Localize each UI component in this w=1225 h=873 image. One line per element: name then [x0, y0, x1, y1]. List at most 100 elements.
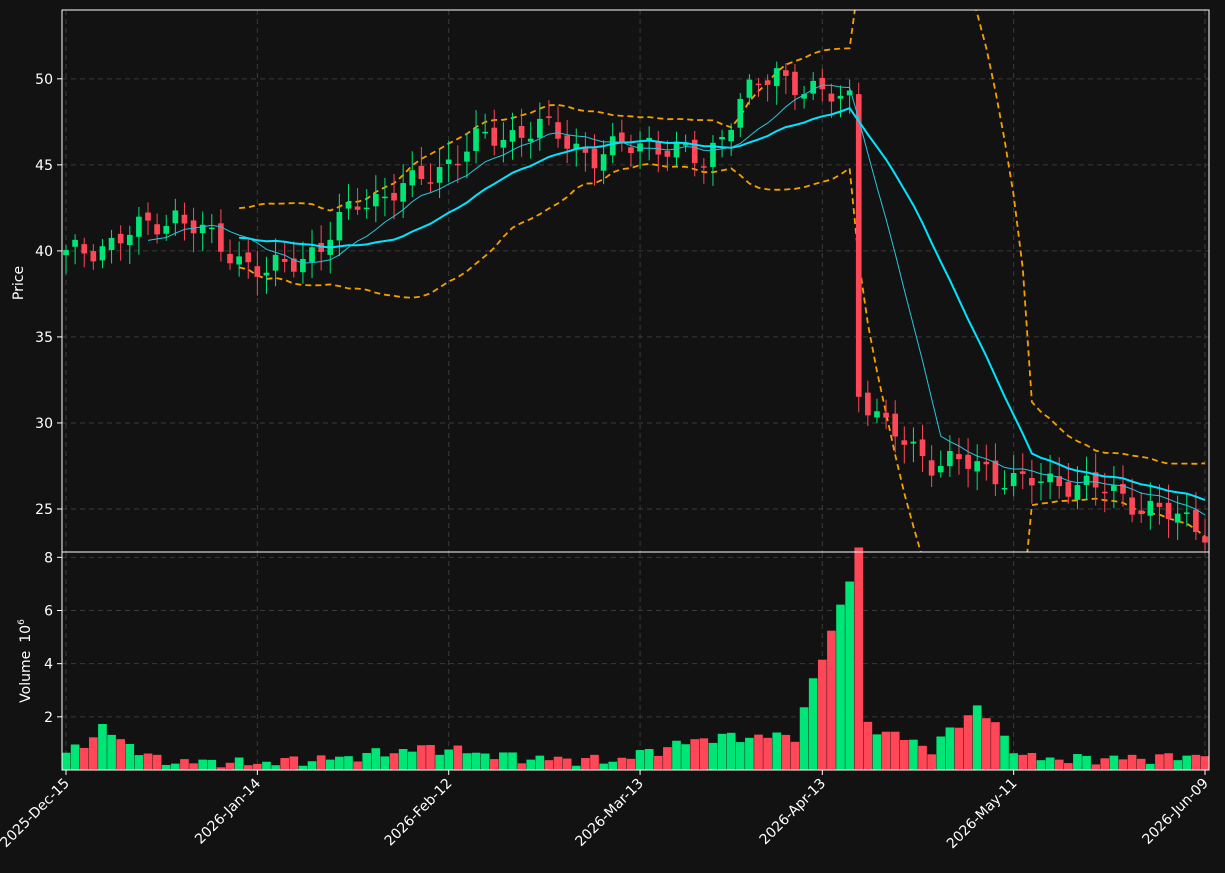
volume-bar: [799, 707, 809, 770]
candle-body: [609, 136, 616, 156]
volume-bar: [298, 765, 308, 770]
volume-bar: [325, 759, 335, 770]
candle: [136, 207, 142, 255]
candle-body: [473, 128, 479, 151]
volume-bar: [335, 756, 344, 770]
candle-body: [391, 192, 397, 201]
candle-body: [746, 79, 753, 98]
volume-tick-label: 8: [44, 550, 53, 566]
candle: [436, 148, 443, 199]
volume-bar: [380, 756, 390, 770]
candle-body: [1138, 510, 1145, 515]
candle: [919, 424, 926, 472]
candle-body: [500, 139, 507, 148]
candle-body: [272, 254, 279, 271]
candle: [773, 61, 780, 105]
volume-bar: [836, 604, 845, 770]
volume-bar: [845, 581, 854, 770]
candle: [1147, 482, 1154, 530]
candle-body: [1193, 509, 1199, 533]
volume-bar: [899, 739, 909, 770]
x-tick-label: 2026-Jan-14: [192, 775, 264, 847]
candle: [910, 427, 917, 463]
candle-body: [737, 98, 744, 128]
volume-bar: [471, 752, 481, 770]
candle: [546, 100, 552, 126]
x-tick-label: 2026-Feb-12: [382, 776, 456, 850]
volume-bar: [526, 759, 536, 770]
candle-body: [354, 206, 361, 210]
volume-bar: [644, 748, 654, 770]
candle-body: [108, 237, 115, 251]
candle: [1074, 466, 1081, 510]
volume-bar: [207, 759, 217, 770]
volume-bar: [262, 761, 271, 770]
candle-body: [892, 413, 899, 437]
candle-body: [664, 150, 671, 157]
candle: [855, 82, 862, 413]
candle-body: [837, 95, 844, 99]
candle-body: [1074, 485, 1081, 500]
volume-bar: [234, 757, 244, 770]
candle: [582, 132, 589, 172]
candle: [190, 207, 197, 253]
candle-body: [564, 135, 570, 149]
candle: [655, 130, 662, 173]
candle: [974, 444, 981, 491]
candle: [628, 134, 634, 167]
price-volume-chart: 253035404550 Price 2468 Volume106 2025-D…: [0, 9, 1212, 852]
candle: [573, 128, 580, 167]
candle: [527, 121, 534, 159]
candle-body: [1065, 481, 1072, 497]
volume-bar: [981, 718, 991, 770]
candle: [1083, 456, 1090, 500]
volume-bar: [653, 755, 663, 770]
candle-body: [363, 207, 370, 210]
volume-axis-label: Volume 106: [17, 619, 34, 703]
candle: [555, 106, 561, 148]
volume-bar: [608, 761, 618, 770]
candle: [1101, 472, 1108, 513]
candle-body: [1202, 536, 1208, 543]
volume-bar: [735, 742, 745, 770]
volume-bar: [125, 743, 135, 770]
x-tick-label: 2026-Apr-13: [757, 776, 830, 849]
volume-bar: [672, 740, 681, 770]
candle-body: [81, 244, 88, 254]
volume-bar: [362, 752, 372, 770]
volume-bar: [143, 753, 153, 770]
candle-body: [254, 266, 261, 277]
candle: [318, 225, 324, 271]
candle-body: [482, 131, 488, 134]
candle-body: [855, 94, 862, 397]
candle: [263, 256, 270, 294]
candle: [1129, 478, 1135, 523]
candle-body: [691, 139, 698, 164]
candle: [801, 85, 807, 109]
candle-body: [1111, 485, 1117, 491]
volume-axis-label-text: Volume: [18, 651, 34, 703]
candle: [90, 244, 97, 270]
volume-bar: [289, 756, 299, 770]
volume-bar: [316, 755, 326, 770]
volume-bar: [480, 753, 490, 770]
volume-bar: [407, 751, 417, 770]
volume-panel: 2468 Volume106: [17, 547, 1210, 771]
candle-body: [1038, 481, 1044, 483]
candle-body: [454, 163, 461, 166]
volume-bar: [489, 759, 499, 770]
candle: [983, 444, 990, 481]
volume-bar: [590, 754, 599, 770]
volume-bar: [909, 739, 918, 770]
volume-bar: [1000, 735, 1009, 770]
volume-bar: [344, 756, 353, 770]
candle-body: [1156, 502, 1163, 507]
candle-body: [828, 93, 835, 102]
candle-body: [910, 441, 917, 444]
candle-body: [764, 80, 771, 85]
candle-body: [190, 220, 197, 234]
candle: [1202, 518, 1208, 551]
volume-bar: [626, 758, 636, 770]
candle-body: [1010, 473, 1017, 487]
candle: [254, 250, 261, 296]
